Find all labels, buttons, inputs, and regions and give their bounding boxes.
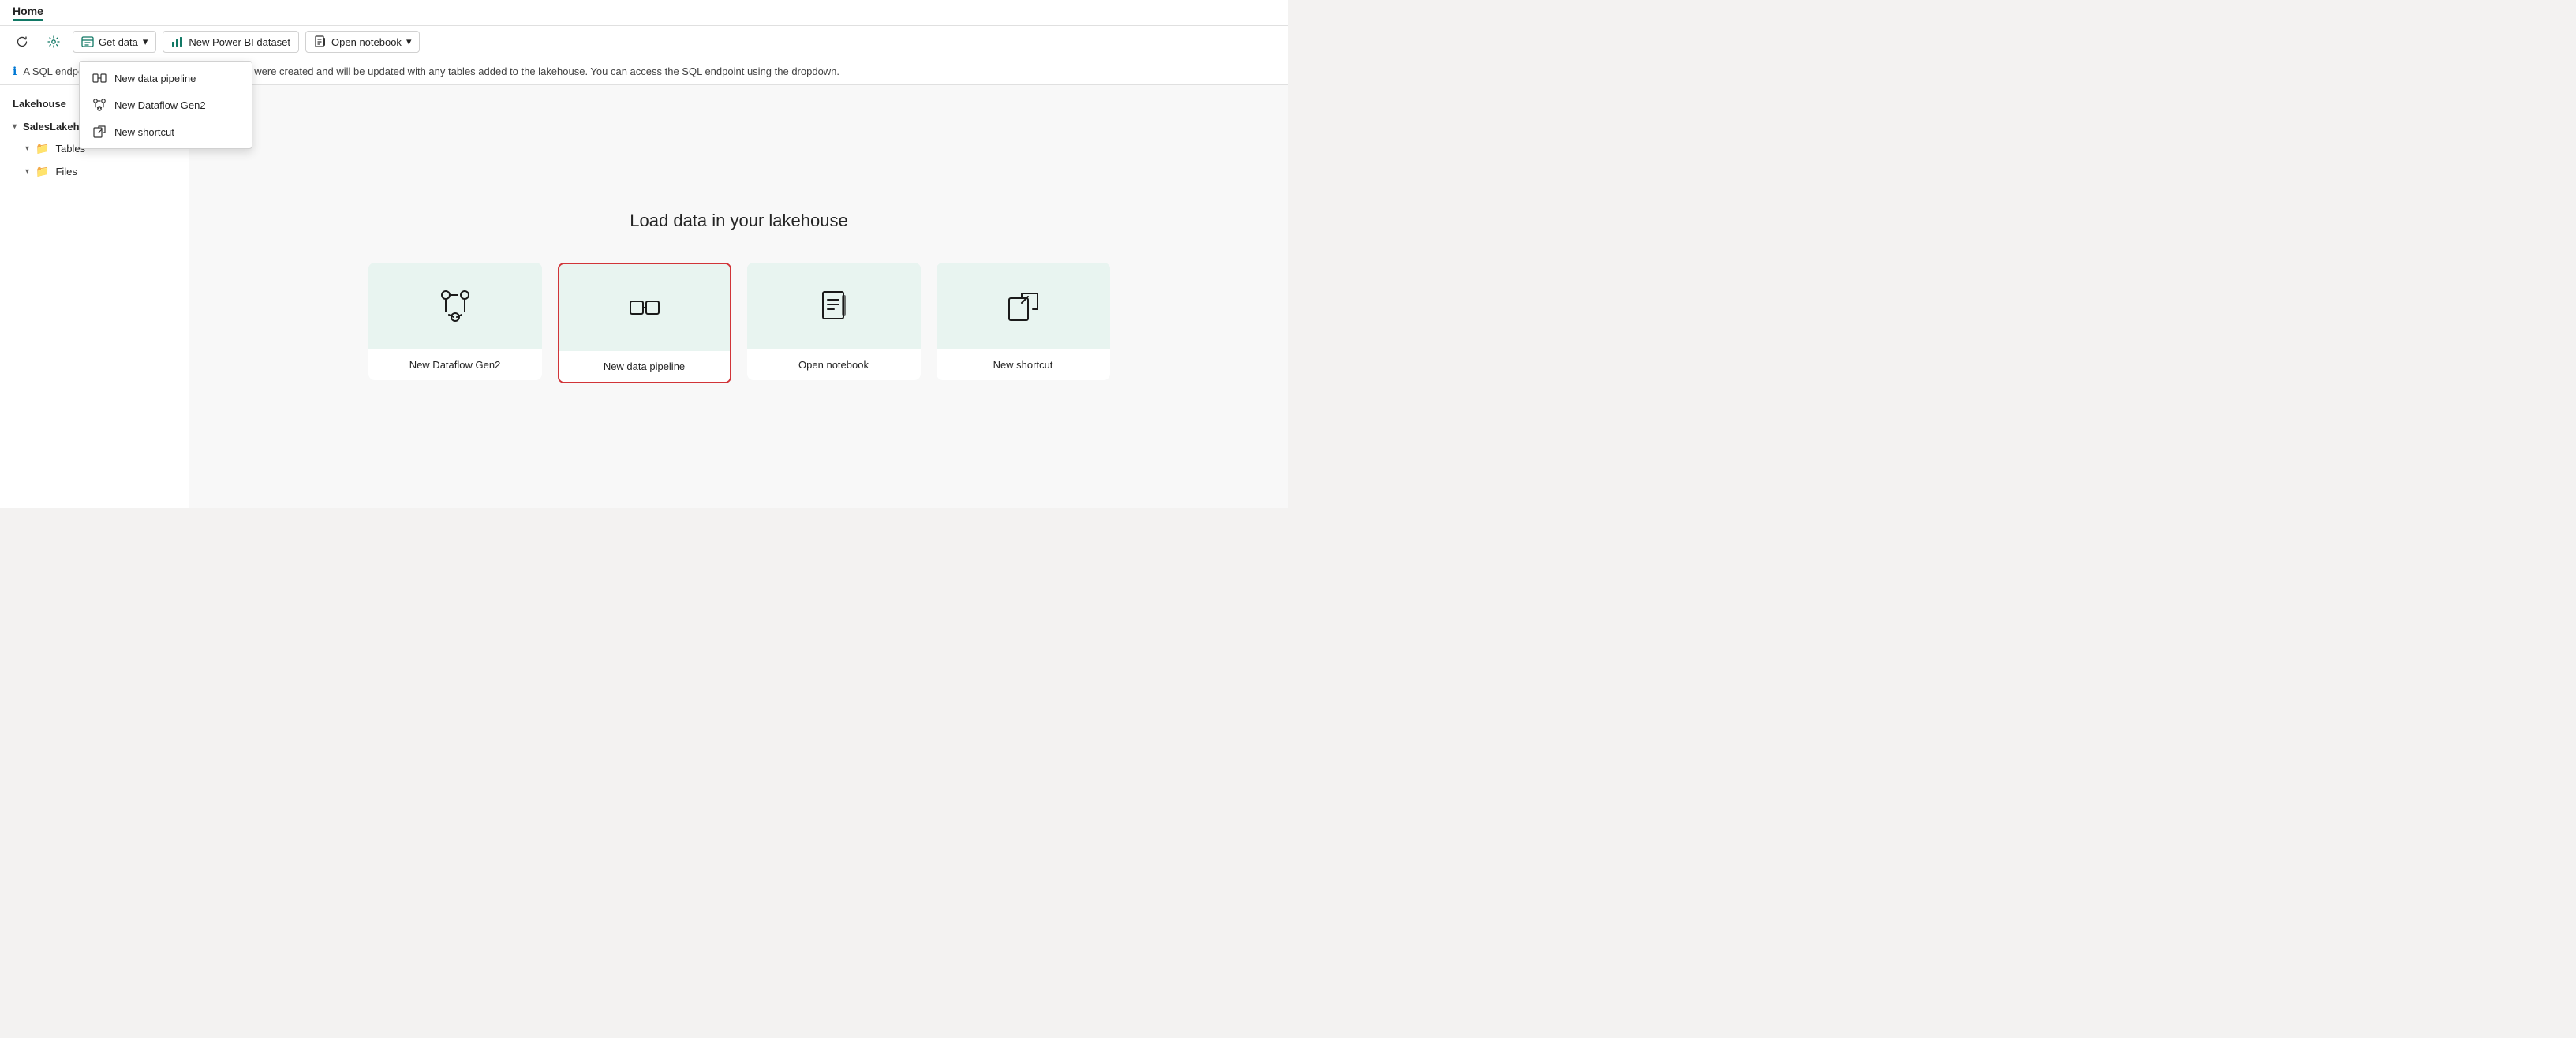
refresh-button[interactable] [9, 32, 35, 52]
sidebar-files-label: Files [55, 166, 77, 177]
card-open-notebook[interactable]: Open notebook [747, 263, 921, 380]
info-icon: ℹ [13, 65, 17, 78]
get-data-button[interactable]: Get data ▾ [73, 31, 156, 53]
chevron-right-icon-files: ▾ [25, 167, 29, 176]
get-data-icon [81, 35, 94, 48]
folder-icon-files: 📁 [36, 165, 49, 178]
cards-row: New Dataflow Gen2 New data pipeline [368, 263, 1110, 383]
get-data-dropdown: New data pipeline New Dataflow Gen2 [79, 61, 252, 149]
card-pipeline-label: New data pipeline [559, 351, 730, 382]
toolbar: Get data ▾ New Power BI dataset Open not… [0, 26, 1288, 58]
chevron-down-icon: ▾ [13, 122, 17, 131]
card-shortcut-label: New shortcut [937, 349, 1110, 380]
dropdown-new-dataflow[interactable]: New Dataflow Gen2 [80, 91, 252, 118]
card-new-data-pipeline[interactable]: New data pipeline [558, 263, 731, 383]
page-title: Home [13, 5, 43, 21]
card-dataflow-icon-area [368, 263, 542, 349]
settings-button[interactable] [41, 32, 66, 52]
dropdown-dataflow-label: New Dataflow Gen2 [114, 99, 206, 111]
card-shortcut-icon-area [937, 263, 1110, 349]
dataflow-icon [92, 98, 107, 112]
notebook-icon [314, 35, 327, 48]
sidebar-item-files[interactable]: ▾ 📁 Files [0, 160, 189, 183]
get-data-chevron: ▾ [143, 35, 148, 48]
get-data-label: Get data [99, 36, 138, 48]
card-new-dataflow-gen2[interactable]: New Dataflow Gen2 [368, 263, 542, 380]
card-notebook-icon-area [747, 263, 921, 349]
new-power-bi-button[interactable]: New Power BI dataset [163, 31, 299, 53]
dropdown-new-shortcut[interactable]: New shortcut [80, 118, 252, 145]
shortcut-icon [92, 125, 107, 139]
pipeline-icon [92, 71, 107, 85]
open-notebook-label: Open notebook [331, 36, 402, 48]
dropdown-new-data-pipeline[interactable]: New data pipeline [80, 65, 252, 91]
refresh-icon [16, 35, 28, 48]
dropdown-shortcut-label: New shortcut [114, 126, 174, 138]
title-bar: Home [0, 0, 1288, 26]
content-title: Load data in your lakehouse [630, 211, 847, 231]
card-new-shortcut[interactable]: New shortcut [937, 263, 1110, 380]
dropdown-pipeline-label: New data pipeline [114, 73, 196, 84]
folder-icon: 📁 [36, 142, 49, 155]
content-area: Load data in your lakehouse New Dataflow… [189, 85, 1288, 508]
card-notebook-label: Open notebook [747, 349, 921, 380]
card-dataflow-label: New Dataflow Gen2 [368, 349, 542, 380]
gear-icon [47, 35, 60, 48]
chevron-right-icon: ▾ [25, 144, 29, 153]
new-power-bi-label: New Power BI dataset [189, 36, 290, 48]
open-notebook-chevron: ▾ [406, 35, 412, 48]
open-notebook-button[interactable]: Open notebook ▾ [305, 31, 420, 53]
card-pipeline-icon-area [559, 264, 730, 351]
power-bi-icon [171, 35, 184, 48]
